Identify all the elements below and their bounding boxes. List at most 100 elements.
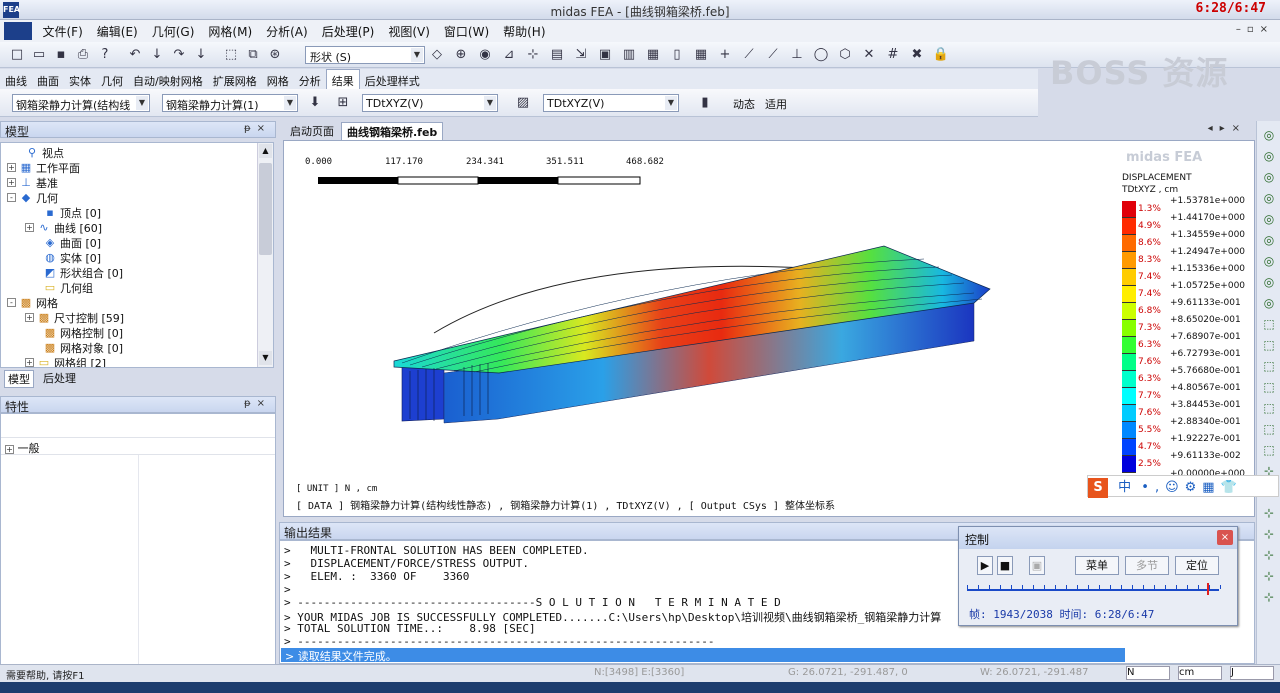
play-button[interactable]: ▶ <box>977 556 993 575</box>
measure-icon[interactable]: ⊿ <box>500 46 518 64</box>
animate-button[interactable]: 动态 <box>733 96 755 112</box>
open-file-icon[interactable]: ▭ <box>30 46 48 64</box>
expand-icon[interactable]: + <box>25 223 34 232</box>
tree-node[interactable]: + ▩ 尺寸控制 [59] <box>25 310 124 325</box>
axis-c-icon[interactable]: ⊹ <box>1261 589 1277 605</box>
scroll-up-icon[interactable]: ▲ <box>259 144 272 158</box>
redo-icon[interactable]: ↷ <box>170 46 188 64</box>
tree-node[interactable]: ▪ 顶点 [0] <box>43 205 101 220</box>
table-icon[interactable]: ▤ <box>548 46 566 64</box>
options-icon[interactable]: ⊞ <box>334 94 352 112</box>
perp-icon[interactable]: ⊥ <box>788 46 806 64</box>
axis-view-icon[interactable]: ◎ <box>1261 127 1277 143</box>
record-button[interactable]: ▣ <box>1029 556 1045 575</box>
ime-mode[interactable]: 中 <box>1112 480 1131 495</box>
sogou-icon[interactable]: S <box>1088 478 1108 498</box>
energy-unit-select[interactable]: J <box>1230 666 1274 680</box>
tab-model-file[interactable]: 曲线钢箱梁桥.feb <box>341 122 444 141</box>
tree-node[interactable]: - ▩ 网格 <box>7 295 58 310</box>
tree-node[interactable]: + ⊥ 基准 <box>7 175 58 190</box>
panel-pin-close-icon[interactable]: ᵽ× <box>244 123 271 134</box>
snap-icon[interactable]: ⊕ <box>452 46 470 64</box>
pan-icon[interactable]: ◎ <box>1261 211 1277 227</box>
top-view-icon[interactable]: ◎ <box>1261 295 1277 311</box>
mdi-window-controls[interactable]: –▫× <box>1236 24 1274 35</box>
length-unit-select[interactable]: cm <box>1178 666 1222 680</box>
scroll-thumb[interactable] <box>259 163 272 255</box>
line-icon[interactable]: ⟋ <box>740 46 758 64</box>
cube-d-icon[interactable]: ⬚ <box>1261 400 1277 416</box>
select-icon[interactable]: ⬚ <box>222 46 240 64</box>
grid-a-icon[interactable]: ▥ <box>620 46 638 64</box>
component-select[interactable]: TDtXYZ(V) ▼ <box>543 94 679 112</box>
timeline-marker[interactable] <box>1207 583 1209 595</box>
diag-icon[interactable]: ⟋ <box>764 46 782 64</box>
expand-icon[interactable]: + <box>7 163 16 172</box>
tree-node[interactable]: ⚲ 视点 <box>25 145 64 160</box>
help-icon[interactable]: ? <box>96 46 114 64</box>
menu-item-8[interactable]: 帮助(H) <box>496 20 552 43</box>
model-viewport[interactable] <box>283 140 1255 517</box>
light-icon[interactable]: ⊹ <box>1261 505 1277 521</box>
cube-f-icon[interactable]: ⬚ <box>1261 442 1277 458</box>
display-icon[interactable]: ▣ <box>596 46 614 64</box>
menu-item-2[interactable]: 几何(G) <box>145 20 202 43</box>
tree-node[interactable]: ▭ 几何组 <box>43 280 93 295</box>
tab-postprocess[interactable]: 后处理 <box>40 370 79 386</box>
new-file-icon[interactable]: □ <box>8 46 26 64</box>
locate-button[interactable]: 定位 <box>1175 556 1219 575</box>
cube-a-icon[interactable]: ⬚ <box>1261 337 1277 353</box>
arrow-down-icon[interactable]: ⬇ <box>306 94 324 112</box>
print-icon[interactable]: ⎙ <box>74 46 92 64</box>
expand-icon[interactable]: + <box>7 178 16 187</box>
tab-model[interactable]: 模型 <box>4 370 34 388</box>
menu-item-3[interactable]: 网格(M) <box>201 20 259 43</box>
tree-node[interactable]: ▩ 网格控制 [0] <box>43 325 123 340</box>
result-type-select[interactable]: TDtXYZ(V) ▼ <box>362 94 498 112</box>
select-window-icon[interactable]: ⧉ <box>244 46 262 64</box>
zoom-window-icon[interactable]: ◎ <box>1261 169 1277 185</box>
panel-pin-close-icon[interactable]: ᵽ× <box>244 398 271 409</box>
close-icon[interactable]: × <box>1217 530 1233 545</box>
plus-icon[interactable]: + <box>716 46 734 64</box>
zoom-fit-icon[interactable]: ◎ <box>1261 148 1277 164</box>
tree-node[interactable]: + ▭ 网格组 [2] <box>25 355 106 367</box>
menu-button[interactable]: 菜单 <box>1075 556 1119 575</box>
collapse-icon[interactable]: - <box>7 298 16 307</box>
tree-node[interactable]: ◈ 曲面 [0] <box>43 235 101 250</box>
shape-select[interactable]: 形状 (S) ▼ <box>305 46 425 64</box>
filter-icon[interactable]: ⊛ <box>266 46 284 64</box>
lock-icon[interactable]: 🔒 <box>932 46 950 64</box>
shade-icon[interactable]: ⊹ <box>1261 526 1277 542</box>
tree-node[interactable]: ▩ 网格对象 [0] <box>43 340 123 355</box>
tab-start-page[interactable]: 启动页面 <box>285 122 339 140</box>
expand-icon[interactable]: + <box>25 358 34 367</box>
menu-item-4[interactable]: 分析(A) <box>259 20 315 43</box>
side-view-icon[interactable]: ⬚ <box>1261 316 1277 332</box>
align-icon[interactable]: ⇲ <box>572 46 590 64</box>
bridge-model-render[interactable] <box>284 141 1255 517</box>
front-view-icon[interactable]: ◎ <box>1261 274 1277 290</box>
iso-view-icon[interactable]: ◎ <box>1261 253 1277 269</box>
export-icon[interactable]: ↓ <box>192 46 210 64</box>
close-red-icon[interactable]: ✖ <box>908 46 926 64</box>
cube-e-icon[interactable]: ⬚ <box>1261 421 1277 437</box>
tree-scrollbar[interactable]: ▲ ▼ <box>257 143 273 367</box>
menu-item-1[interactable]: 编辑(E) <box>90 20 145 43</box>
ime-tools-icon[interactable]: •,☺⚙▦👕 <box>1135 480 1242 495</box>
multi-step-button[interactable]: 多节 <box>1125 556 1169 575</box>
axis-a-icon[interactable]: ⊹ <box>1261 547 1277 563</box>
tree-node[interactable]: + ∿ 曲线 [60] <box>25 220 102 235</box>
property-group-general[interactable]: + 一般 <box>1 437 275 455</box>
menu-item-0[interactable]: 文件(F) <box>36 20 90 43</box>
bar-legend-icon[interactable]: ▮ <box>696 94 714 112</box>
tree-node[interactable]: + ▦ 工作平面 <box>7 160 80 175</box>
step-select[interactable]: 钢箱梁静力计算(1) ▼ <box>162 94 298 112</box>
menu-item-6[interactable]: 视图(V) <box>381 20 437 43</box>
tree-node[interactable]: ◩ 形状组合 [0] <box>43 265 123 280</box>
expand-icon[interactable]: + <box>5 445 14 454</box>
load-case-select[interactable]: 钢箱梁静力计算(结构线 ▼ <box>12 94 150 112</box>
ime-toolbar[interactable]: S 中 •,☺⚙▦👕 <box>1087 475 1279 498</box>
circle-icon[interactable]: ◯ <box>812 46 830 64</box>
cube-b-icon[interactable]: ⬚ <box>1261 358 1277 374</box>
